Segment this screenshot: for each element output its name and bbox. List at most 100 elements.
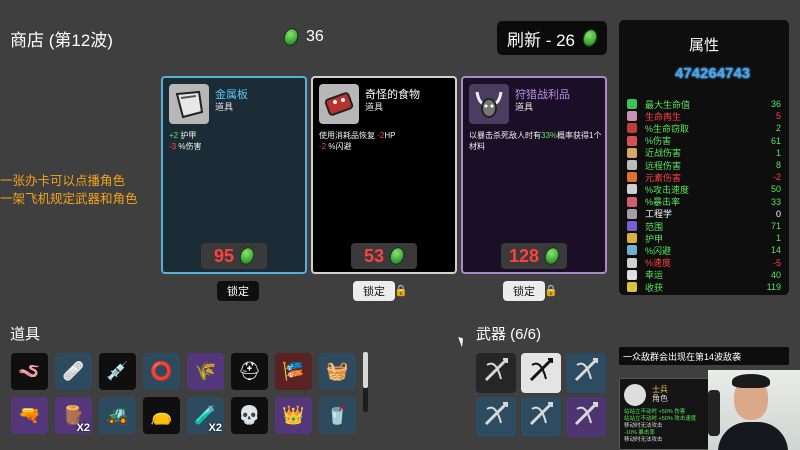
inventory-scrollbar-thumb[interactable] bbox=[363, 352, 368, 388]
stat-row[interactable]: %攻击速度 50 bbox=[627, 183, 781, 195]
card-type: 道具 bbox=[365, 102, 384, 112]
crossbow-icon bbox=[571, 355, 601, 391]
stat-row[interactable]: 范围 71 bbox=[627, 220, 781, 232]
inventory-slot[interactable]: ⛑ bbox=[231, 353, 268, 390]
stats-panel: 属性 474264743 最大生命值 36 生命再生 5 %生命窃取 2 %伤害 61 近战伤害… bbox=[619, 20, 789, 295]
stat-label: %速度 bbox=[645, 258, 672, 269]
inventory-slot[interactable]: 💀 bbox=[231, 397, 268, 434]
wheat-icon: 🌾 bbox=[194, 361, 217, 381]
inventory-slot[interactable]: 🪱 bbox=[11, 353, 48, 390]
crossbow-icon bbox=[526, 399, 556, 435]
stat-icon bbox=[627, 269, 637, 280]
stat-icon bbox=[627, 221, 637, 231]
stat-label: 元素伤害 bbox=[645, 172, 682, 183]
buy-price-button[interactable]: 53 bbox=[351, 243, 417, 269]
stat-icon bbox=[627, 282, 637, 292]
stat-row[interactable]: 幸运 40 bbox=[627, 269, 781, 281]
bandage-icon: 🩹 bbox=[62, 361, 85, 381]
inventory-slot[interactable]: 👑 bbox=[275, 397, 312, 434]
weapon-slot[interactable] bbox=[566, 397, 606, 437]
character-card[interactable]: 士兵 角色 站站立不动时 +50% 伤害 站站立不动时 +50% 攻击速度 移动… bbox=[619, 378, 719, 450]
stat-value: 71 bbox=[770, 221, 781, 231]
tractor-icon: 🚜 bbox=[106, 405, 129, 425]
syringe-icon: 💉 bbox=[106, 361, 129, 381]
shop-card-metal-plate[interactable]: 金属板 道具 +2 护甲 -3 %伤害 95 bbox=[161, 76, 307, 274]
wave-notice: 一众敌群会出现在第14波敌袭 bbox=[619, 347, 789, 365]
cup-icon: 🥤 bbox=[326, 405, 349, 425]
padlock-icon: 🔒 bbox=[544, 285, 558, 297]
inventory-slot[interactable]: 🥤 bbox=[319, 397, 356, 434]
inventory-slot[interactable]: 🧺 bbox=[319, 353, 356, 390]
stat-row[interactable]: %速度 -5 bbox=[627, 257, 781, 269]
stat-label: 远程伤害 bbox=[645, 160, 682, 171]
lock-button[interactable]: 锁定 bbox=[503, 281, 545, 301]
stat-label: 近战伤害 bbox=[645, 148, 682, 159]
stat-value: 1 bbox=[775, 233, 781, 244]
stat-value: 50 bbox=[770, 184, 781, 195]
stat-icon bbox=[627, 184, 637, 195]
lock-button[interactable]: 锁定 bbox=[353, 281, 395, 301]
inventory-slot[interactable]: 🎏 bbox=[275, 353, 312, 390]
stat-row[interactable]: 生命再生 5 bbox=[627, 110, 781, 122]
stat-row[interactable]: 最大生命值 36 bbox=[627, 98, 781, 110]
inventory-slot[interactable]: ⭕ bbox=[143, 353, 180, 390]
stat-icon bbox=[627, 123, 637, 134]
price-value: 95 bbox=[213, 245, 235, 266]
stat-icon bbox=[627, 245, 637, 256]
stat-row[interactable]: %暴击率 33 bbox=[627, 196, 781, 208]
stat-label: 最大生命值 bbox=[645, 99, 691, 110]
stat-label: 生命再生 bbox=[645, 111, 682, 122]
reroll-button[interactable]: 刷新 - 26 bbox=[497, 21, 607, 55]
crown-icon: 👑 bbox=[282, 405, 305, 425]
stat-value: 14 bbox=[770, 245, 781, 256]
stat-icon bbox=[627, 135, 637, 146]
stat-row[interactable]: 护甲 1 bbox=[627, 232, 781, 244]
stat-row[interactable]: %闪避 14 bbox=[627, 244, 781, 256]
inventory-slot[interactable]: 💉 bbox=[99, 353, 136, 390]
stat-row[interactable]: %生命窃取 2 bbox=[627, 122, 781, 134]
inventory-slot[interactable]: 🩹 bbox=[55, 353, 92, 390]
player-id-overlay: 474264743 bbox=[675, 65, 751, 82]
buy-price-button[interactable]: 128 bbox=[501, 243, 567, 269]
weapon-slot[interactable] bbox=[476, 353, 516, 393]
inventory-slot[interactable]: 🔫 bbox=[11, 397, 48, 434]
stat-row[interactable]: 收获 119 bbox=[627, 281, 781, 293]
stat-value: 61 bbox=[770, 135, 781, 146]
stat-icon bbox=[627, 233, 637, 244]
material-counter: 36 bbox=[281, 26, 324, 48]
stat-icon bbox=[627, 99, 637, 109]
padlock-icon: 🔒 bbox=[394, 285, 408, 297]
stat-icon bbox=[627, 257, 637, 268]
stat-row[interactable]: %伤害 61 bbox=[627, 135, 781, 147]
soldier-avatar-icon bbox=[624, 384, 646, 406]
stat-row[interactable]: 远程伤害 8 bbox=[627, 159, 781, 171]
stat-row[interactable]: 元素伤害 -2 bbox=[627, 171, 781, 183]
stat-row[interactable]: 近战伤害 1 bbox=[627, 147, 781, 159]
inventory-slot[interactable]: 🌾 bbox=[187, 353, 224, 390]
buy-price-button[interactable]: 95 bbox=[201, 243, 267, 269]
weapon-slot[interactable] bbox=[476, 397, 516, 437]
stat-row[interactable]: 工程学 0 bbox=[627, 208, 781, 220]
lock-button[interactable]: 锁定 bbox=[217, 281, 259, 301]
stat-label: %暴击率 bbox=[645, 197, 681, 208]
inventory-slot[interactable]: 🧪 X2 bbox=[187, 397, 224, 434]
stat-value: 40 bbox=[770, 269, 781, 280]
stat-label: %伤害 bbox=[645, 136, 672, 147]
shop-title: 商店 (第12波) bbox=[10, 31, 113, 50]
reroll-label: 刷新 - 26 bbox=[506, 30, 576, 50]
weapon-slot[interactable] bbox=[521, 353, 561, 393]
cannon-icon: 🔫 bbox=[18, 405, 41, 425]
card-effects: 以暴击杀死敌人时有33%概率获得1个材料 bbox=[469, 131, 602, 151]
weapon-slot[interactable] bbox=[521, 397, 561, 437]
stat-icon bbox=[627, 196, 637, 207]
shop-card-hunting-trophy[interactable]: 狩猎战利品 道具 以暴击杀死敌人时有33%概率获得1个材料 128 bbox=[461, 76, 607, 274]
microphone-icon bbox=[708, 390, 720, 436]
weapon-slot[interactable] bbox=[566, 353, 606, 393]
shop-card-weird-food[interactable]: 奇怪的食物 道具 使用消耗品恢复 -2HP -2 %闪避 53 bbox=[311, 76, 457, 274]
inventory-slot[interactable]: 🪵 X2 bbox=[55, 397, 92, 434]
skull-mask-icon: 💀 bbox=[238, 405, 261, 425]
inventory-slot[interactable]: 🚜 bbox=[99, 397, 136, 434]
crossbow-icon bbox=[481, 399, 511, 435]
inventory-slot[interactable]: 👝 bbox=[143, 397, 180, 434]
hunting-trophy-icon bbox=[469, 84, 509, 124]
